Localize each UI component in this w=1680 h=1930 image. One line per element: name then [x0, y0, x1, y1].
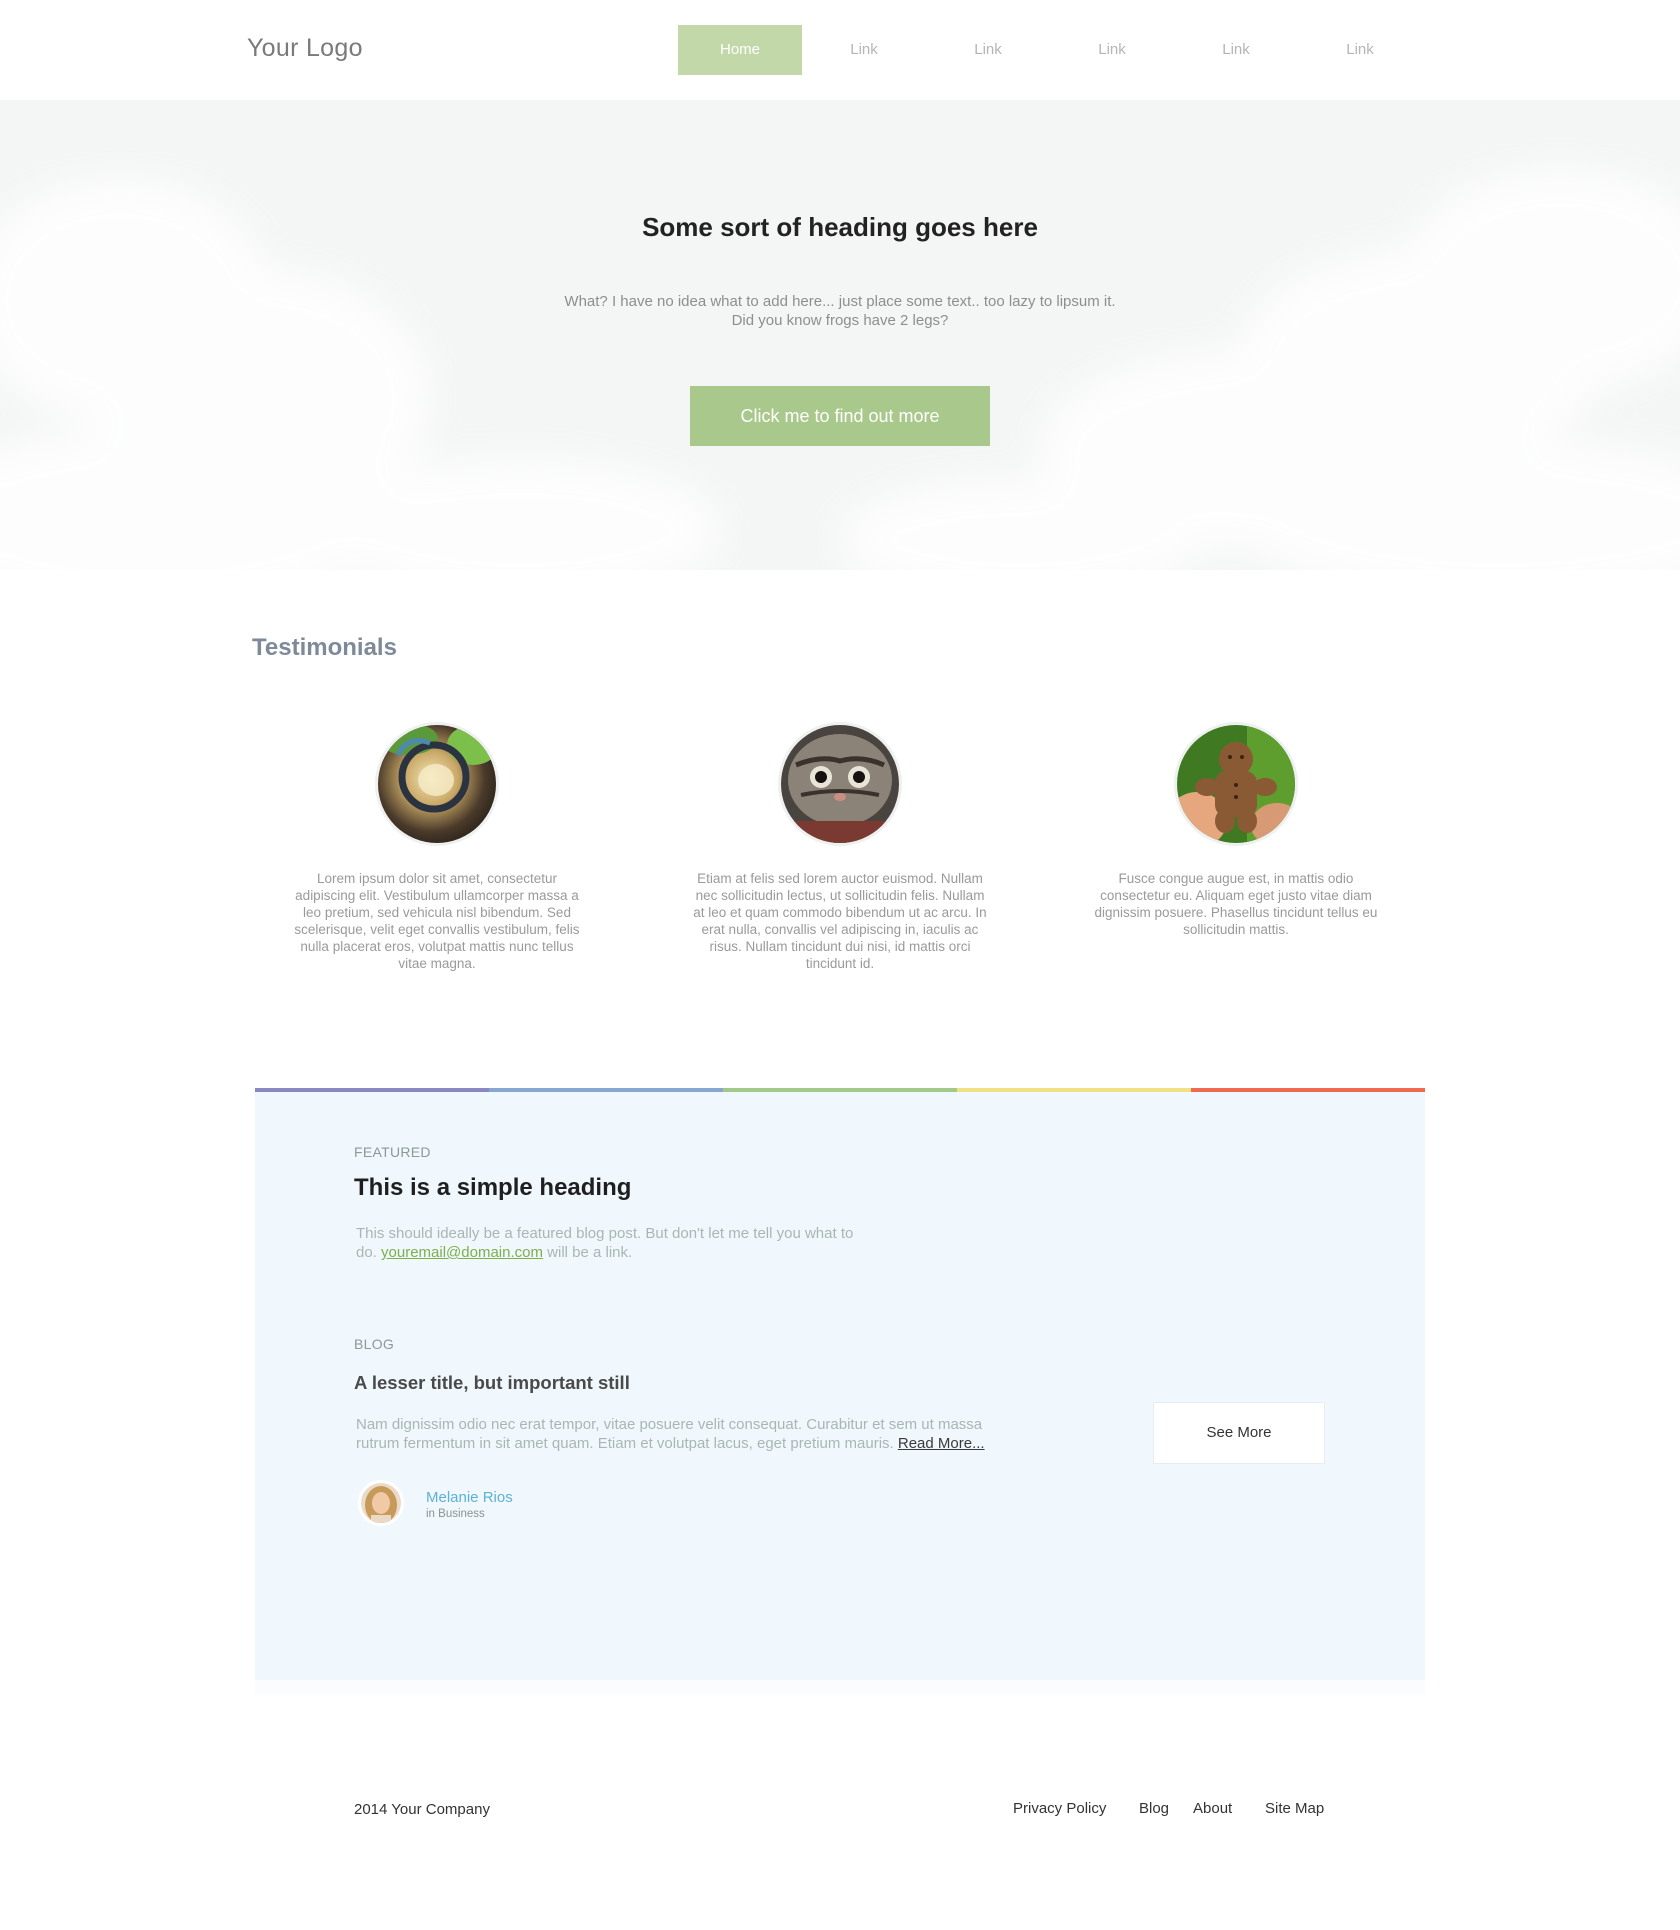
testimonials-title: Testimonials	[252, 634, 397, 661]
featured-tag: FEATURED	[354, 1144, 431, 1160]
logo[interactable]: Your Logo	[247, 34, 363, 63]
hero-banner: Some sort of heading goes here What? I h…	[0, 100, 1680, 570]
testimonial-text: Etiam at felis sed lorem auctor euismod.…	[693, 871, 987, 971]
hero-title: Some sort of heading goes here	[642, 212, 1038, 242]
featured-section: FEATURED This is a simple heading This s…	[255, 1088, 1425, 1680]
footer-link-privacy[interactable]: Privacy Policy	[1013, 1800, 1106, 1817]
testimonial-card: Lorem ipsum dolor sit amet, consectetur …	[282, 722, 592, 972]
hero-text: What? I have no idea what to add here...…	[540, 292, 1140, 330]
hero-text-line-1: What? I have no idea what to add here...…	[564, 293, 1116, 310]
nav-link-3[interactable]: Link	[1050, 25, 1174, 75]
nav-link-4[interactable]: Link	[1174, 25, 1298, 75]
blog-excerpt-text: Nam dignissim odio nec erat tempor, vita…	[356, 1416, 983, 1452]
author-name[interactable]: Melanie Rios	[426, 1489, 513, 1506]
rainbow-bar	[255, 1088, 1425, 1092]
testimonial-text: Fusce congue augue est, in mattis odio c…	[1094, 871, 1378, 937]
testimonial-text: Lorem ipsum dolor sit amet, consectetur …	[294, 871, 580, 971]
nav-link-2[interactable]: Link	[926, 25, 1050, 75]
cat-photo	[778, 722, 902, 846]
footer-copyright: 2014 Your Company	[354, 1801, 490, 1818]
nav-link-1[interactable]: Link	[802, 25, 926, 75]
rainbow-segment-blue	[489, 1088, 723, 1092]
read-more-link[interactable]: Read More...	[898, 1435, 985, 1452]
nav-home[interactable]: Home	[678, 25, 802, 75]
blog-title: A lesser title, but important still	[354, 1372, 630, 1393]
footer-link-sitemap[interactable]: Site Map	[1265, 1800, 1324, 1817]
blog-excerpt: Nam dignissim odio nec erat tempor, vita…	[356, 1415, 1016, 1453]
gingerbread-photo	[1174, 722, 1298, 846]
featured-text-after: will be a link.	[542, 1244, 633, 1261]
rainbow-segment-yellow	[957, 1088, 1191, 1092]
rainbow-segment-purple	[255, 1088, 489, 1092]
avatar[interactable]	[358, 1480, 404, 1526]
nav-link-5[interactable]: Link	[1298, 25, 1422, 75]
footer-link-blog[interactable]: Blog	[1139, 1800, 1169, 1817]
email-link[interactable]: youremail@domain.com	[381, 1244, 543, 1261]
blog-tag: BLOG	[354, 1336, 395, 1352]
testimonial-card: Fusce congue augue est, in mattis odio c…	[1081, 722, 1391, 938]
rainbow-segment-red	[1191, 1088, 1425, 1092]
footer-link-about[interactable]: About	[1193, 1800, 1232, 1817]
site-header: Your Logo Home Link Link Link Link Link	[0, 0, 1680, 100]
featured-shadow	[255, 1680, 1425, 1694]
rainbow-segment-green	[723, 1088, 957, 1092]
find-out-more-button[interactable]: Click me to find out more	[690, 386, 990, 446]
author-category: in Business	[426, 1508, 485, 1520]
testimonial-card: Etiam at felis sed lorem auctor euismod.…	[685, 722, 995, 972]
main-nav: Home Link Link Link Link Link	[678, 25, 1422, 75]
featured-title: This is a simple heading	[354, 1174, 632, 1201]
clouds-background	[0, 170, 1680, 570]
featured-text: This should ideally be a featured blog p…	[356, 1224, 856, 1262]
glasses-photo	[375, 722, 499, 846]
see-more-button[interactable]: See More	[1153, 1402, 1325, 1464]
hero-text-line-2: Did you know frogs have 2 legs?	[731, 312, 949, 329]
